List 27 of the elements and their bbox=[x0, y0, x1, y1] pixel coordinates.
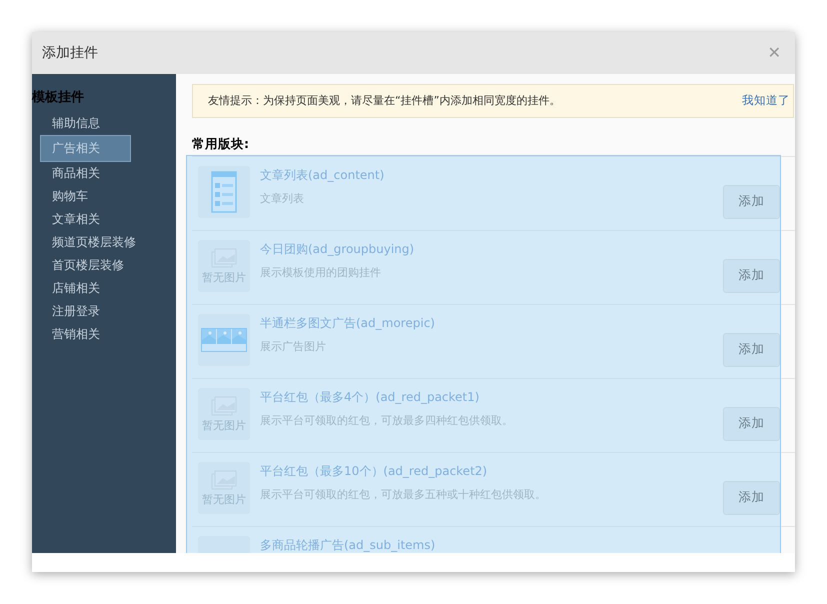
add-button[interactable]: 添加 bbox=[723, 480, 780, 515]
sidebar-item[interactable]: 购物车 bbox=[40, 184, 168, 208]
widget-title: 文章列表(ad_content) bbox=[260, 166, 384, 184]
image-strip-icon bbox=[201, 328, 247, 352]
sidebar-item[interactable]: 文章相关 bbox=[40, 208, 168, 230]
notice-text: 友情提示：为保持页面美观，请尽量在“挂件槽”内添加相同宽度的挂件。 bbox=[208, 92, 560, 109]
sidebar-item[interactable]: 首页楼层装修 bbox=[40, 254, 168, 276]
sidebar-item[interactable]: 店铺相关 bbox=[40, 276, 168, 300]
add-button[interactable]: 添加 bbox=[723, 406, 780, 441]
dismiss-link[interactable]: 我知道了 bbox=[742, 92, 790, 110]
sidebar-item[interactable]: 营销相关 bbox=[40, 322, 168, 346]
widget-title: 平台红包（最多4个）(ad_red_packet1) bbox=[260, 388, 480, 406]
sidebar-item[interactable]: 商品相关 bbox=[40, 162, 168, 184]
sidebar-title: 模板挂件 bbox=[32, 89, 84, 107]
sidebar-item[interactable]: 辅助信息 bbox=[40, 112, 168, 134]
widget-title: 平台红包（最多10个）(ad_red_packet2) bbox=[260, 462, 488, 480]
section-title: 常用版块: bbox=[192, 135, 249, 153]
list-icon bbox=[211, 170, 237, 213]
add-button[interactable]: 添加 bbox=[723, 258, 780, 293]
add-button[interactable]: 添加 bbox=[723, 332, 780, 367]
add-button[interactable]: 添加 bbox=[723, 184, 780, 219]
widget-title: 多商品轮播广告(ad_sub_items) bbox=[260, 536, 436, 553]
window-title: 添加挂件 bbox=[42, 44, 98, 62]
widget-title: 今日团购(ad_groupbuying) bbox=[260, 240, 414, 258]
sidebar-item[interactable]: 频道页楼层装修 bbox=[40, 230, 168, 254]
widget-title: 半通栏多图文广告(ad_morepic) bbox=[260, 314, 435, 332]
sidebar-item[interactable]: 注册登录 bbox=[40, 300, 168, 322]
